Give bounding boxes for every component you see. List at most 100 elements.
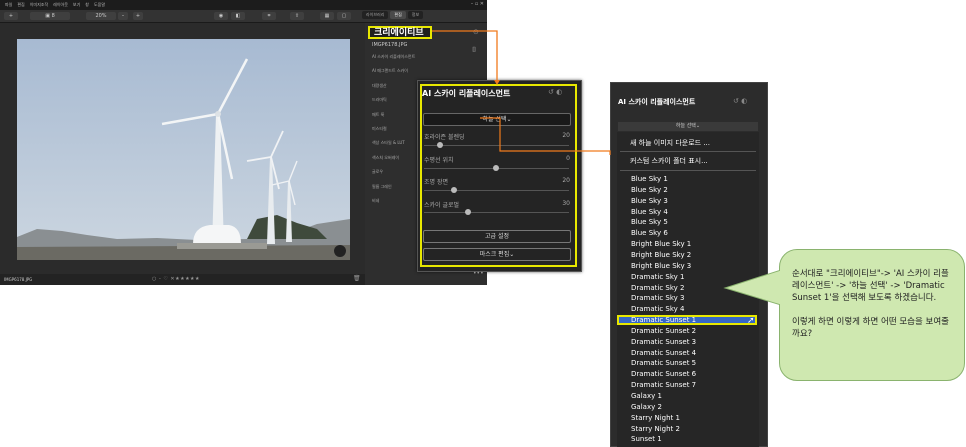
callout-text: 순서대로 "크리에이티브"-> 'AI 스카이 리플레이스먼트' -> '하늘 … bbox=[792, 269, 949, 303]
sky-item[interactable]: Dramatic Sunset 7 bbox=[631, 380, 696, 391]
sky-item[interactable]: Dramatic Sky 3 bbox=[631, 293, 685, 304]
slider-label: 스카이 글로벌 bbox=[424, 202, 460, 209]
photo-wind-turbines[interactable] bbox=[17, 39, 350, 260]
tab-info[interactable]: 정보 bbox=[407, 11, 424, 19]
divider bbox=[620, 151, 756, 152]
footer-filename: IMGP6178.JPG bbox=[4, 277, 33, 282]
creative-list: AI 스카이 리플레이스먼트 AI 매그랜드트 스카이 대량생산 드라마틱 매트… bbox=[372, 54, 415, 212]
menu-edit[interactable]: 편집 bbox=[17, 2, 24, 8]
tab-edit[interactable]: 편집 bbox=[390, 11, 406, 19]
list-item[interactable]: 색상 스타일 & LUT bbox=[372, 140, 415, 154]
sky-item[interactable]: Dramatic Sunset 2 bbox=[631, 326, 696, 337]
divider bbox=[620, 170, 756, 171]
download-skies-item[interactable]: 새 하늘 이미지 다운로드 ... bbox=[630, 138, 710, 148]
crop-icon[interactable]: ⌷ bbox=[472, 46, 476, 55]
list-item[interactable]: 대량생산 bbox=[372, 83, 415, 97]
sky-item[interactable]: Galaxy 1 bbox=[631, 391, 662, 402]
compare-icon[interactable]: ◧ bbox=[231, 12, 245, 20]
sky-item[interactable]: Starry Night 2 bbox=[631, 424, 680, 435]
rating-controls[interactable]: ○ - ♡ ✕★★★★★ bbox=[152, 276, 200, 282]
zoom-in-icon[interactable]: + bbox=[133, 12, 143, 20]
sky-item[interactable]: Blue Sky 1 bbox=[631, 174, 668, 185]
sky-item[interactable]: Dramatic Sunset 6 bbox=[631, 369, 696, 380]
list-item[interactable]: 글로우 bbox=[372, 169, 415, 183]
zoom-out-icon[interactable]: – bbox=[118, 12, 128, 20]
more-icon[interactable]: ••• bbox=[473, 270, 484, 277]
menu-help[interactable]: 도움말 bbox=[94, 2, 105, 8]
slider-knob[interactable] bbox=[493, 165, 499, 171]
sky-item[interactable]: Sunset 1 bbox=[631, 434, 662, 445]
reset-toggle-icons[interactable]: ↺ ◐ bbox=[548, 88, 562, 96]
sky-item[interactable]: Dramatic Sky 4 bbox=[631, 304, 685, 315]
crop-icon[interactable]: ⌗ bbox=[262, 12, 276, 20]
sky-item[interactable]: Dramatic Sunset 5 bbox=[631, 358, 696, 369]
advanced-settings-button[interactable]: 고급 설정 bbox=[423, 230, 571, 243]
single-view-icon[interactable]: ▢ bbox=[337, 12, 351, 20]
viewer-footer: IMGP6178.JPG ○ - ♡ ✕★★★★★ 🗑 bbox=[0, 274, 365, 285]
slider-knob[interactable] bbox=[451, 187, 457, 193]
sky-item[interactable]: Dramatic Sky 1 bbox=[631, 272, 685, 283]
menubar: 파일 편집 이미지조작 레이아웃 보기 창 도움말 – ▫ ✕ bbox=[0, 0, 487, 10]
slider-label: 수평선 위치 bbox=[424, 157, 454, 164]
thumb-size-control[interactable]: ▣ 8 bbox=[30, 12, 70, 20]
mode-tabs: 라이브러리 편집 정보 bbox=[362, 11, 424, 19]
sky-item[interactable]: Starry Night 1 bbox=[631, 413, 680, 424]
trash-icon[interactable]: 🗑 bbox=[353, 275, 361, 282]
creative-button[interactable]: 크리에이티브 bbox=[368, 26, 432, 39]
sky-global-slider[interactable] bbox=[424, 212, 569, 213]
ai-sky-title: AI 스카이 리플레이스먼트 bbox=[422, 89, 511, 98]
cursor-icon: ➚ bbox=[747, 316, 755, 326]
sky-select[interactable]: 하늘 선택⌄ bbox=[618, 122, 758, 131]
sky-panel-title: AI 스카이 리플레이스먼트 bbox=[618, 98, 696, 106]
sky-item[interactable]: Dramatic Sunset 3 bbox=[631, 337, 696, 348]
sky-item[interactable]: Galaxy 2 bbox=[631, 402, 662, 413]
sky-item[interactable]: Bright Blue Sky 3 bbox=[631, 261, 691, 272]
list-item[interactable]: 미스티컬 bbox=[372, 126, 415, 140]
add-icon[interactable]: + bbox=[4, 12, 18, 20]
horizon-blending-slider[interactable] bbox=[424, 145, 569, 146]
custom-folder-item[interactable]: 커스텀 스카이 폴더 표시... bbox=[630, 156, 708, 166]
sky-item[interactable]: Blue Sky 2 bbox=[631, 185, 668, 196]
mask-edit-button[interactable]: 마스크 편집⌄ bbox=[423, 248, 571, 261]
list-item[interactable]: 비네 bbox=[372, 198, 415, 212]
slider-label: 조명 장면 bbox=[424, 179, 448, 186]
list-item[interactable]: 매트 룩 bbox=[372, 112, 415, 126]
menu-window[interactable]: 창 bbox=[85, 2, 89, 8]
menu-view[interactable]: 보기 bbox=[73, 2, 80, 8]
panel-more-icon[interactable]: ⊙ bbox=[473, 28, 479, 36]
slider-knob[interactable] bbox=[465, 209, 471, 215]
zoom-select[interactable]: 20% bbox=[86, 12, 116, 20]
list-item[interactable]: AI 스카이 리플레이스먼트 bbox=[372, 54, 415, 68]
slider-knob[interactable] bbox=[437, 142, 443, 148]
reset-toggle-icons[interactable]: ↺ ◐ bbox=[733, 97, 747, 105]
list-item[interactable]: 필름 그레인 bbox=[372, 184, 415, 198]
sky-item[interactable]: Bright Blue Sky 2 bbox=[631, 250, 691, 261]
grid-view-icon[interactable]: ▦ bbox=[320, 12, 334, 20]
sky-item-selected[interactable]: Dramatic Sunset 1 bbox=[631, 315, 696, 326]
callout-question: 이렇게 하면 이렇게 하면 어떤 모습을 보여줄까요? bbox=[792, 317, 949, 339]
sky-item[interactable]: Dramatic Sunset 4 bbox=[631, 348, 696, 359]
eye-icon[interactable]: ◉ bbox=[214, 12, 228, 20]
menu-file[interactable]: 파일 bbox=[5, 2, 12, 8]
sky-item[interactable]: Blue Sky 3 bbox=[631, 196, 668, 207]
sky-item[interactable]: Blue Sky 6 bbox=[631, 228, 668, 239]
instruction-callout: 순서대로 "크리에이티브"-> 'AI 스카이 리플레이스먼트' -> '하늘 … bbox=[779, 249, 965, 381]
menu-layout[interactable]: 레이아웃 bbox=[53, 2, 68, 8]
sky-item[interactable]: Bright Blue Sky 1 bbox=[631, 239, 691, 250]
list-item[interactable]: AI 매그랜드트 스카이 bbox=[372, 68, 415, 82]
sky-item[interactable]: Blue Sky 5 bbox=[631, 217, 668, 228]
list-item[interactable]: 드라마틱 bbox=[372, 97, 415, 111]
export-icon[interactable]: ⇪ bbox=[290, 12, 304, 20]
list-item[interactable]: 색스처 오버레이 bbox=[372, 155, 415, 169]
window-controls[interactable]: – ▫ ✕ bbox=[471, 1, 484, 7]
slider-value: 0 bbox=[566, 155, 570, 162]
menu-image[interactable]: 이미지조작 bbox=[30, 2, 48, 8]
slider-value: 20 bbox=[562, 132, 570, 139]
tab-library[interactable]: 라이브러리 bbox=[362, 11, 389, 19]
image-viewer bbox=[0, 23, 365, 274]
slider-value: 30 bbox=[562, 200, 570, 207]
sky-item[interactable]: Dramatic Sky 2 bbox=[631, 283, 685, 294]
sky-item[interactable]: Blue Sky 4 bbox=[631, 207, 668, 218]
scene-lighting-slider[interactable] bbox=[424, 190, 569, 191]
sky-select[interactable]: 하늘 선택⌄ bbox=[423, 113, 571, 126]
